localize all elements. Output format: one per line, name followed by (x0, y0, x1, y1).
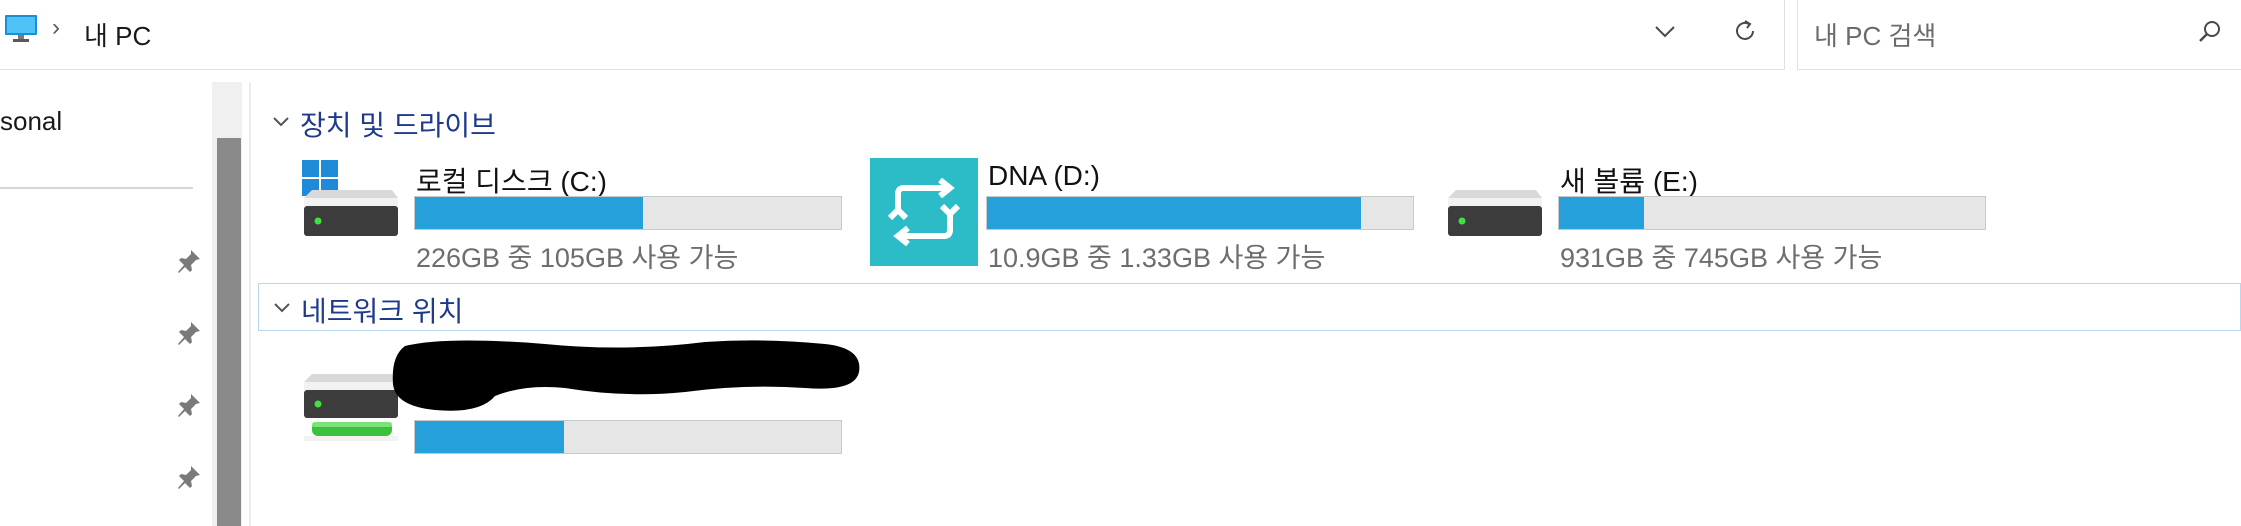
nav-divider (0, 187, 193, 189)
windows-drive-icon (298, 160, 402, 242)
group-header-label: 장치 및 드라이브 (300, 110, 496, 141)
this-pc-icon (4, 14, 38, 44)
drive-usage-bar (414, 420, 842, 454)
drive-usage-fill (1559, 197, 1645, 229)
drive-usage-bar (414, 196, 842, 230)
pin-icon[interactable] (176, 320, 202, 346)
drive-name[interactable]: 로컬 디스크 (C:) (416, 160, 607, 200)
drive-usage-bar (986, 196, 1414, 230)
breadcrumb-separator[interactable]: › (52, 14, 60, 42)
group-header-devices[interactable]: 장치 및 드라이브 (258, 98, 2241, 146)
search-button[interactable] (2190, 12, 2230, 52)
redacted-network-name (385, 336, 865, 418)
pane-divider[interactable] (249, 82, 251, 526)
chevron-down-icon (274, 303, 290, 313)
hard-drive-icon (1442, 188, 1546, 244)
refresh-button[interactable] (1720, 10, 1770, 52)
nav-scrollbar-thumb[interactable] (217, 138, 241, 526)
search-placeholder[interactable]: 내 PC 검색 (1814, 16, 1936, 53)
search-icon (2199, 21, 2220, 42)
pin-icon[interactable] (176, 464, 202, 490)
drive-usage-fill (415, 421, 565, 453)
drive-name[interactable]: 새 볼륨 (E:) (1560, 160, 1698, 200)
drive-name[interactable]: DNA (D:) (988, 160, 1100, 192)
drive-usage-fill (987, 197, 1362, 229)
pin-icon[interactable] (176, 248, 202, 274)
address-history-dropdown-button[interactable] (1640, 12, 1690, 52)
refresh-icon (1736, 20, 1754, 40)
breadcrumb-this-pc[interactable]: 내 PC (84, 16, 151, 53)
pin-icon[interactable] (176, 392, 202, 418)
drive-usage-bar (1558, 196, 1986, 230)
address-bar[interactable] (0, 0, 1785, 70)
drive-space-info: 10.9GB 중 1.33GB 사용 가능 (988, 243, 1326, 273)
chevron-down-icon (1655, 26, 1675, 38)
chevron-down-icon (273, 117, 289, 127)
group-header-network[interactable]: 네트워크 위치 (258, 283, 2241, 331)
group-header-label: 네트워크 위치 (301, 296, 464, 327)
drive-usage-fill (415, 197, 643, 229)
nav-item-personal[interactable]: sonal (0, 106, 62, 137)
drive-space-info: 226GB 중 105GB 사용 가능 (416, 243, 739, 273)
drive-space-info: 931GB 중 745GB 사용 가능 (1560, 243, 1883, 273)
sync-drive-icon (870, 158, 978, 266)
